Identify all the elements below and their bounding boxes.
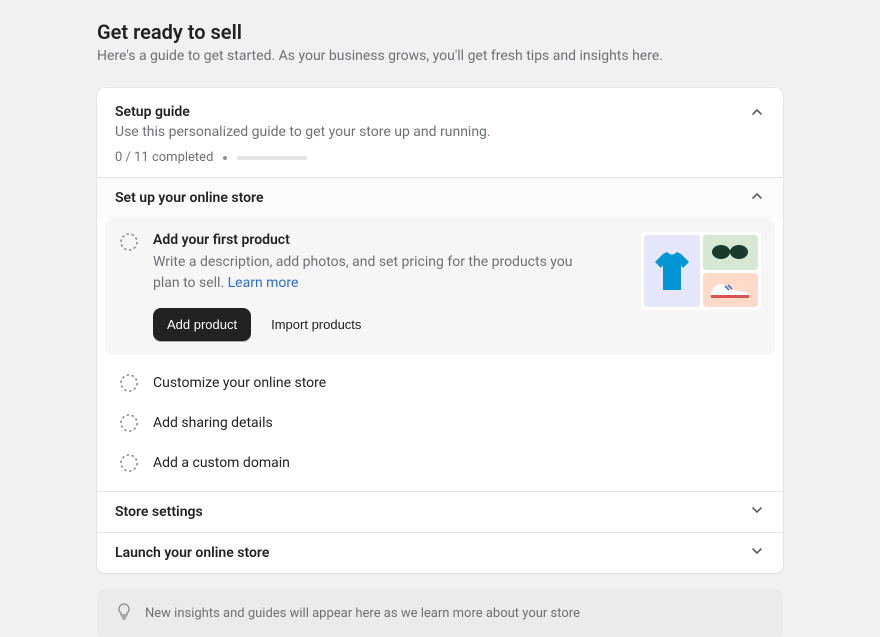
tshirt-icon: [644, 235, 700, 307]
setup-guide-card: Setup guide Use this personalized guide …: [97, 88, 783, 573]
section-header-setup-store[interactable]: Set up your online store: [97, 177, 783, 218]
task-title: Customize your online store: [153, 375, 326, 391]
guide-header: Setup guide Use this personalized guide …: [97, 88, 783, 177]
learn-more-link[interactable]: Learn more: [228, 275, 299, 291]
guide-subtitle: Use this personalized guide to get your …: [115, 124, 765, 140]
task-customize-store[interactable]: Customize your online store: [97, 363, 783, 403]
product-illustration: [641, 232, 761, 310]
page-title: Get ready to sell: [97, 20, 783, 44]
task-title: Add your first product: [153, 232, 627, 248]
task-status-circle[interactable]: [119, 373, 139, 393]
chevron-down-icon: [749, 502, 765, 522]
task-description: Write a description, add photos, and set…: [153, 252, 573, 294]
progress-text: 0 / 11 completed: [115, 150, 213, 165]
task-add-first-product: Add your first product Write a descripti…: [105, 218, 775, 355]
task-status-circle[interactable]: [119, 413, 139, 433]
section-title: Set up your online store: [115, 190, 263, 206]
task-title: Add a custom domain: [153, 455, 290, 471]
banner-text: New insights and guides will appear here…: [145, 606, 580, 621]
task-title: Add sharing details: [153, 415, 273, 431]
page-subtitle: Here's a guide to get started. As your b…: [97, 48, 783, 64]
progress-dot: [223, 156, 227, 160]
import-products-button[interactable]: Import products: [271, 317, 361, 332]
section-title: Launch your online store: [115, 545, 269, 561]
section-header-store-settings[interactable]: Store settings: [97, 491, 783, 532]
sunglasses-icon: [703, 235, 759, 270]
task-sharing-details[interactable]: Add sharing details: [97, 403, 783, 443]
section-header-launch[interactable]: Launch your online store: [97, 532, 783, 573]
chevron-up-icon: [749, 104, 765, 120]
lightbulb-icon: [115, 602, 133, 624]
sneaker-icon: [703, 273, 759, 308]
chevron-up-icon: [749, 188, 765, 208]
task-status-circle[interactable]: [119, 453, 139, 473]
section-title: Store settings: [115, 504, 203, 520]
task-status-circle[interactable]: [119, 232, 139, 252]
collapse-guide-button[interactable]: [749, 104, 765, 124]
task-custom-domain[interactable]: Add a custom domain: [97, 443, 783, 483]
progress-row: 0 / 11 completed: [115, 150, 765, 165]
guide-title: Setup guide: [115, 104, 765, 120]
chevron-down-icon: [749, 543, 765, 563]
progress-bar: [237, 156, 307, 160]
insights-banner: New insights and guides will appear here…: [97, 589, 783, 637]
add-product-button[interactable]: Add product: [153, 308, 251, 341]
